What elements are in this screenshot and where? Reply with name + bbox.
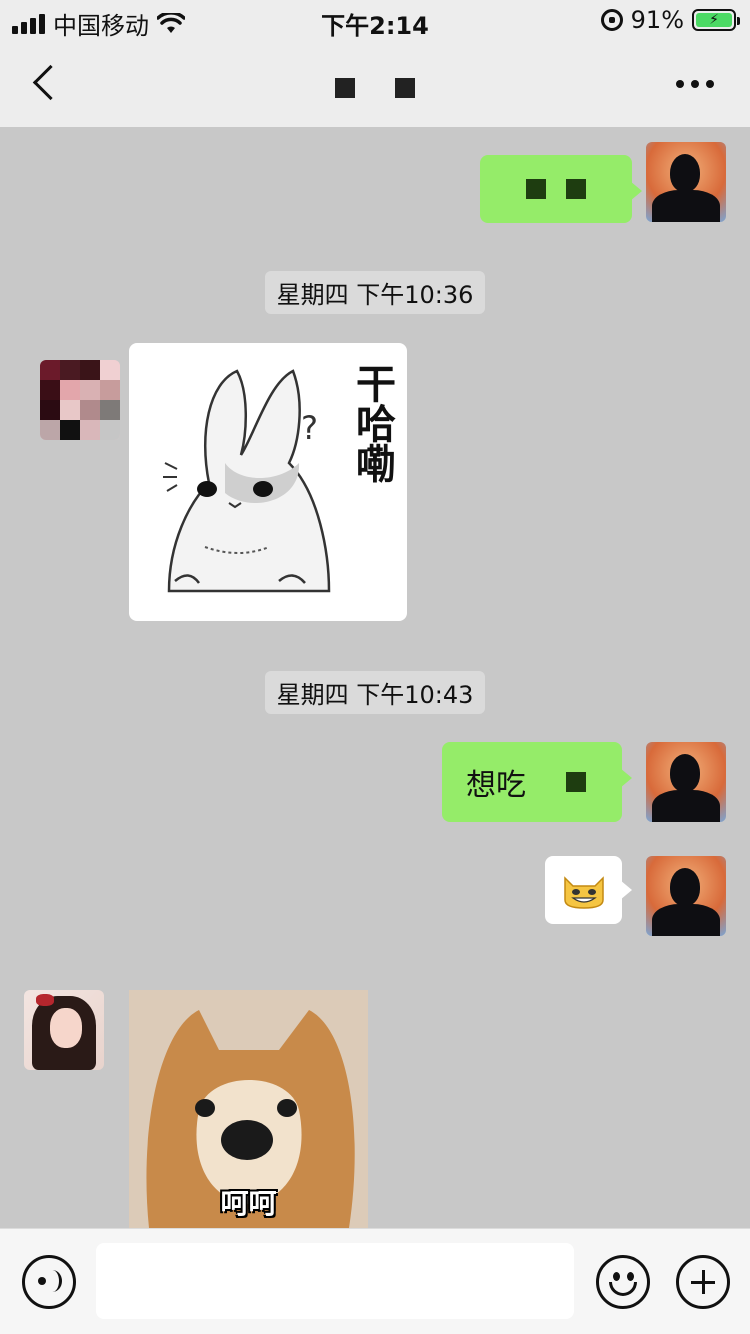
dog-photo[interactable]: 呵呵 <box>129 990 368 1228</box>
chat-area[interactable]: 星期四 下午10:36 ? 干哈嘞 星期四 下午10:43 想吃 呵呵 <box>0 127 750 1228</box>
input-bar <box>0 1228 750 1334</box>
chat-header <box>0 40 750 127</box>
redacted-text <box>566 179 586 199</box>
voice-icon[interactable] <box>22 1255 76 1309</box>
my-avatar[interactable] <box>646 856 726 936</box>
sent-emoji-bubble[interactable] <box>545 856 632 924</box>
timestamp-text: 星期四 下午10:43 <box>264 671 486 714</box>
status-bar: 中国移动 下午2:14 91% ⚡ <box>0 0 750 40</box>
sticker-text: 干哈嘞 <box>349 363 395 483</box>
plus-icon[interactable] <box>676 1255 730 1309</box>
contact-avatar[interactable] <box>40 360 120 440</box>
top-bar: 中国移动 下午2:14 91% ⚡ <box>0 0 750 127</box>
photo-caption: 呵呵 <box>220 1187 277 1220</box>
timestamp-divider: 星期四 下午10:43 <box>0 671 750 714</box>
question-mark: ? <box>301 409 318 447</box>
sent-message-bubble[interactable] <box>480 155 642 223</box>
emoji-icon[interactable] <box>596 1255 650 1309</box>
sent-message-bubble[interactable]: 想吃 <box>442 742 632 822</box>
rotation-lock-icon <box>600 9 623 31</box>
chat-title-redacted <box>0 78 750 98</box>
battery-percent: 91% <box>630 6 684 34</box>
battery-charging-icon: ⚡ <box>692 9 740 31</box>
my-avatar[interactable] <box>646 142 726 222</box>
rabbit-sticker[interactable]: ? 干哈嘞 <box>129 343 407 621</box>
timestamp-text: 星期四 下午10:36 <box>264 271 486 314</box>
grinning-cat-emoji <box>564 876 604 909</box>
timestamp-divider: 星期四 下午10:36 <box>0 271 750 314</box>
contact-avatar[interactable] <box>24 990 104 1070</box>
message-input[interactable] <box>96 1243 574 1319</box>
my-avatar[interactable] <box>646 742 726 822</box>
redacted-text <box>526 179 546 199</box>
message-text: 想吃 <box>466 768 526 803</box>
more-dots-icon[interactable] <box>676 80 714 88</box>
redacted-text <box>566 772 586 792</box>
